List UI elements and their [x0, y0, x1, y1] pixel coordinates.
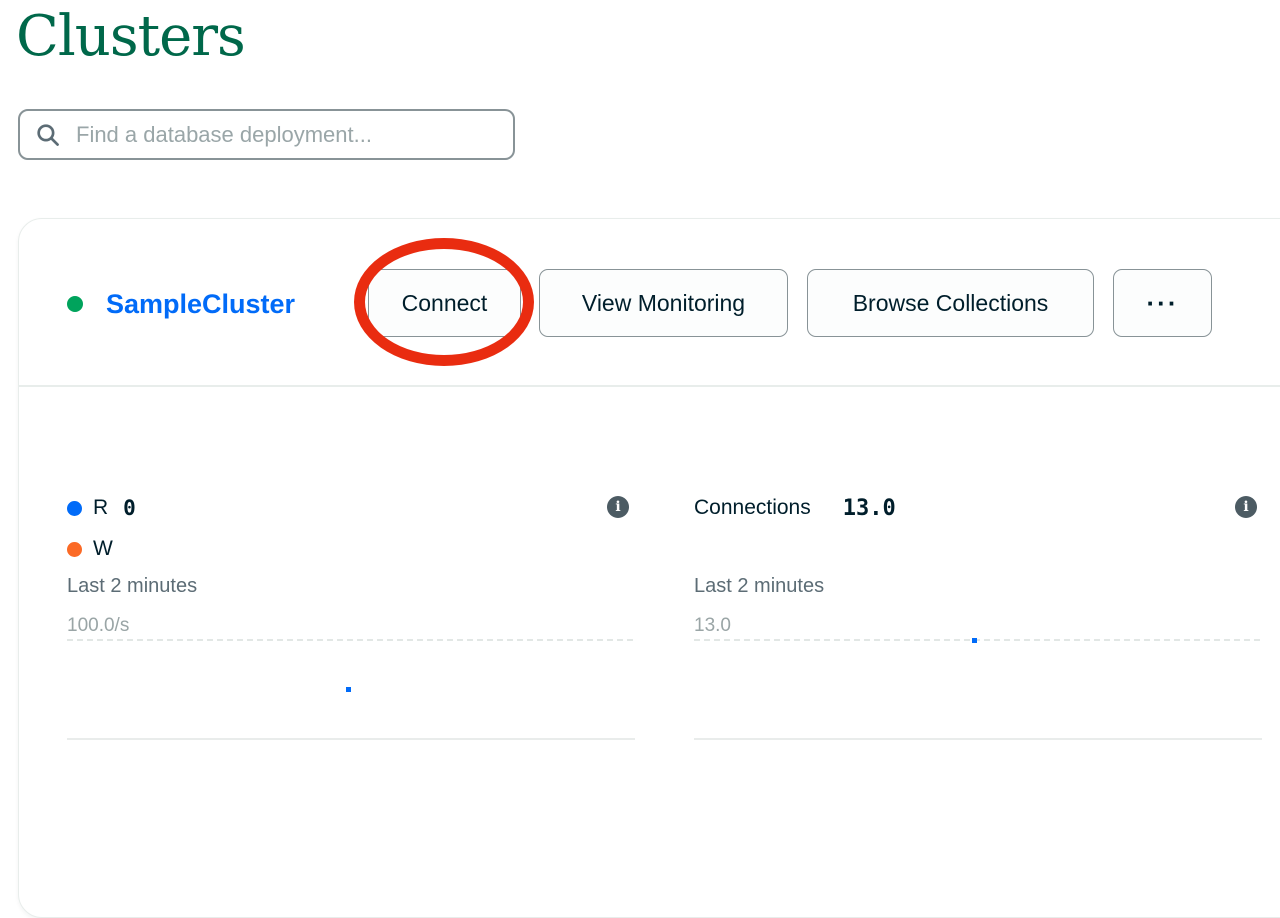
- connections-current-value: 13.0: [843, 496, 896, 521]
- connections-title: Connections: [694, 496, 811, 520]
- legend-row-read: R 0: [67, 496, 136, 520]
- cluster-name-link[interactable]: SampleCluster: [106, 289, 295, 320]
- write-legend-dot-icon: [67, 542, 82, 557]
- connections-header: Connections 13.0: [694, 496, 896, 520]
- connections-info-icon[interactable]: i: [1235, 496, 1257, 518]
- operations-window-label: Last 2 minutes: [67, 575, 197, 598]
- connections-window-label: Last 2 minutes: [694, 575, 824, 598]
- connect-button[interactable]: Connect: [368, 269, 521, 337]
- connections-baseline: [694, 738, 1262, 740]
- connections-plot: [694, 640, 1260, 738]
- data-point: [346, 687, 351, 692]
- read-current-value: 0: [123, 496, 136, 520]
- legend-row-write: W: [67, 537, 113, 561]
- operations-info-icon[interactable]: i: [607, 496, 629, 518]
- read-legend-label: R: [93, 496, 108, 520]
- operations-plot: [67, 640, 633, 738]
- cluster-card: SampleCluster Connect View Monitoring Br…: [18, 218, 1280, 918]
- page-title: Clusters: [16, 4, 245, 69]
- operations-scale-label: 100.0/s: [67, 615, 129, 637]
- browse-collections-button[interactable]: Browse Collections: [807, 269, 1094, 337]
- read-legend-dot-icon: [67, 501, 82, 516]
- cluster-status-dot: [67, 296, 83, 312]
- search-icon: [34, 121, 62, 149]
- search-input[interactable]: [76, 122, 499, 148]
- connections-scale-label: 13.0: [694, 615, 731, 637]
- view-monitoring-button[interactable]: View Monitoring: [539, 269, 788, 337]
- card-divider: [19, 385, 1280, 387]
- operations-baseline: [67, 738, 635, 740]
- search-box[interactable]: [18, 109, 515, 160]
- more-options-button[interactable]: ···: [1113, 269, 1212, 337]
- data-point: [972, 638, 977, 643]
- write-legend-label: W: [93, 537, 113, 561]
